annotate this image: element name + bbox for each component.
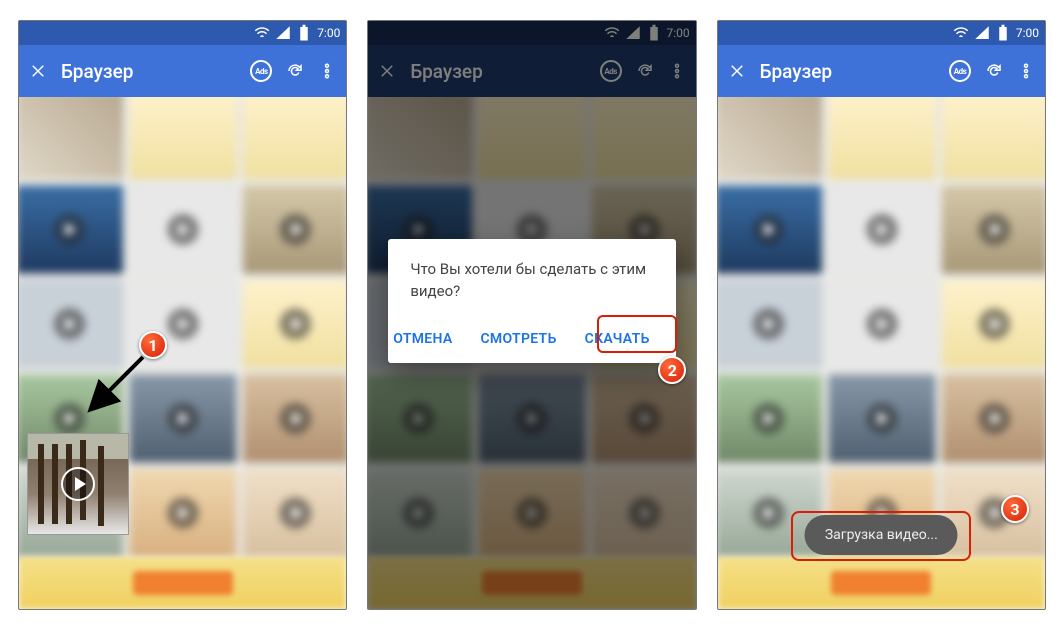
wifi-icon (253, 24, 271, 42)
video-thumb[interactable] (19, 279, 124, 369)
highlight-ring (791, 511, 971, 561)
appbar-title: Браузер (760, 60, 935, 83)
video-thumb[interactable] (241, 279, 346, 369)
watch-button[interactable]: СМОТРЕТЬ (474, 323, 562, 355)
video-thumb[interactable] (19, 97, 124, 180)
status-bar: 7:00 (19, 21, 346, 45)
signal-icon (973, 24, 991, 42)
highlight-ring (597, 315, 677, 353)
step-badge-3: 3 (1001, 495, 1029, 523)
phone-screen-3: 7:00 Браузер Ads Загрузка видео... 3 (717, 20, 1046, 610)
ad-banner[interactable] (19, 557, 346, 609)
phone-screen-2: 7:00 Браузер Ads Что Вы хотели бы сделат… (367, 20, 696, 610)
highlighted-video-thumb[interactable] (27, 433, 129, 535)
ads-badge[interactable]: Ads (250, 60, 272, 82)
step-badge-1: 1 (139, 331, 167, 359)
video-thumb[interactable] (241, 97, 346, 180)
video-thumb[interactable] (19, 184, 124, 274)
status-time: 7:00 (317, 26, 340, 40)
video-thumb[interactable] (128, 184, 237, 274)
status-time: 7:00 (1016, 26, 1039, 40)
signal-icon (274, 24, 292, 42)
app-bar: Браузер Ads (718, 45, 1045, 97)
refresh-icon[interactable] (985, 62, 1003, 80)
browser-content (19, 97, 346, 609)
video-thumb[interactable] (241, 184, 346, 274)
video-thumb[interactable] (128, 373, 237, 463)
ad-banner[interactable] (718, 557, 1045, 609)
battery-icon (994, 24, 1012, 42)
video-thumb[interactable] (128, 97, 237, 180)
cancel-button[interactable]: ОТМЕНА (387, 323, 458, 355)
video-thumb[interactable] (241, 373, 346, 463)
close-icon[interactable] (728, 62, 746, 80)
video-grid (718, 97, 1045, 562)
wifi-icon (952, 24, 970, 42)
close-icon[interactable] (29, 62, 47, 80)
refresh-icon[interactable] (286, 62, 304, 80)
modal-scrim-top (368, 21, 695, 97)
video-thumb[interactable] (128, 468, 237, 558)
appbar-title: Браузер (61, 60, 236, 83)
ads-badge[interactable]: Ads (949, 60, 971, 82)
dialog-message: Что Вы хотели бы сделать с этим видео? (410, 259, 655, 303)
play-icon (61, 467, 95, 501)
battery-icon (295, 24, 313, 42)
phone-screen-1: 7:00 Браузер Ads 1 (18, 20, 347, 610)
overflow-menu-icon[interactable] (318, 62, 336, 80)
status-bar: 7:00 (718, 21, 1045, 45)
video-thumb[interactable] (241, 468, 346, 558)
app-bar: Браузер Ads (19, 45, 346, 97)
overflow-menu-icon[interactable] (1017, 62, 1035, 80)
